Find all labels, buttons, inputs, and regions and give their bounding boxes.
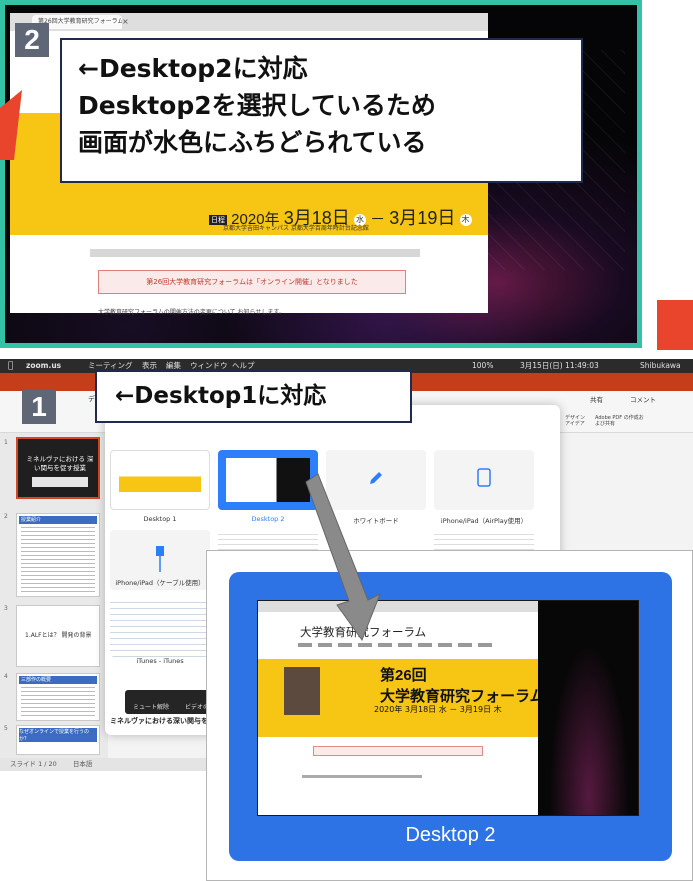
online-notice: [313, 746, 483, 756]
option-label: iPhone/iPad（ケーブル使用）: [115, 579, 205, 587]
desktop2-tile[interactable]: 大学教育研究フォーラム 第26回 大学教育研究フォーラム 2020年 3月18日…: [229, 572, 672, 861]
option-label: ホワイトボード: [353, 517, 399, 525]
browser-tab-bar: 第26回大学教育研究フォーラム ×: [10, 13, 488, 31]
red-arrow-icon: [0, 90, 22, 160]
slide-number: 1: [4, 439, 8, 446]
tablet-icon: [477, 468, 491, 487]
language-indicator[interactable]: 日本語: [73, 760, 93, 768]
desktop1-badge: 1: [22, 390, 56, 424]
desktop2-badge: 2: [15, 23, 49, 57]
slide-thumbnail[interactable]: ミネルヴァにおける 深い関与を促す授業: [16, 437, 100, 499]
thumbnail-browser: 大学教育研究フォーラム 第26回 大学教育研究フォーラム 2020年 3月18日…: [258, 601, 545, 815]
pencil-icon: [370, 472, 382, 484]
battery-percent[interactable]: 100%: [472, 359, 493, 373]
desktop2-label: Desktop 2: [405, 824, 496, 846]
option-label: Desktop 1: [143, 515, 177, 523]
callout-line: ←Desktop2に対応: [78, 54, 308, 83]
desktop2-thumbnail: 大学教育研究フォーラム 第26回 大学教育研究フォーラム 2020年 3月18日…: [257, 600, 639, 816]
design-ideas-button[interactable]: デザイン アイデア: [565, 415, 591, 427]
section-divider: [90, 249, 420, 257]
share-option-desktop1[interactable]: [110, 450, 210, 510]
zoomed-share-option: 大学教育研究フォーラム 第26回 大学教育研究フォーラム 2020年 3月18日…: [206, 550, 693, 881]
option-label: Desktop 2: [251, 515, 285, 523]
forum-site-title: 大学教育研究フォーラム: [300, 625, 427, 639]
menu-app-name[interactable]: zoom.us: [26, 359, 61, 373]
share-button[interactable]: 共有: [590, 394, 603, 404]
menu-user[interactable]: Shibukawa: [640, 359, 681, 373]
desktop2-callout: ←Desktop2に対応 Desktop2を選択しているため 画面が水色にふちど…: [60, 38, 583, 183]
share-option-desktop2[interactable]: [218, 450, 318, 510]
site-nav: [298, 643, 498, 647]
slide-thumbnail[interactable]: 1.ALFとは？ 開発の背景: [16, 605, 100, 667]
callout-line: 画面が水色にふちどられている: [78, 128, 427, 157]
forum-heading: 第26回 大学教育研究フォーラム: [380, 667, 545, 705]
orange-decoration: [657, 300, 693, 350]
event-venue: 京都大学吉田キャンパス 京都大学百周年時計台記念館: [223, 225, 369, 232]
share-option-whiteboard[interactable]: [326, 450, 426, 510]
unmute-button[interactable]: ミュート解除: [133, 702, 169, 711]
online-notice[interactable]: 第26回大学教育研究フォーラムは「オンライン開催」となりました: [98, 270, 406, 294]
galaxy-wallpaper: [538, 601, 638, 815]
forum-date: 2020年 3月18日 水 － 3月19日 木: [374, 705, 502, 714]
body-text: 大学教育研究フォーラムの開催方法の変更について お知らせします。: [98, 309, 285, 316]
slide-thumbnail[interactable]: 授業紹介: [16, 513, 100, 597]
tab-close-icon[interactable]: ×: [122, 17, 129, 26]
menu-clock[interactable]: 3月15日(日) 11:49:03: [520, 359, 599, 373]
slide-number: 3: [4, 605, 8, 612]
slide-number: 2: [4, 513, 8, 520]
callout-line: Desktop2を選択しているため: [78, 91, 436, 120]
desktop1-callout: ←Desktop1に対応: [95, 370, 412, 423]
slide-thumbnail[interactable]: 三部作の概要: [16, 673, 100, 721]
option-label: iPhone/iPad（AirPlay使用）: [440, 517, 528, 525]
apple-icon[interactable]: : [8, 359, 13, 373]
option-label: iTunes - iTunes: [136, 657, 184, 665]
slide-number: 4: [4, 673, 8, 680]
comment-button[interactable]: コメント: [630, 394, 656, 404]
share-option-airplay[interactable]: [434, 450, 534, 510]
share-option-itunes[interactable]: [110, 597, 210, 657]
slide-number: 5: [4, 725, 8, 732]
body-text: [302, 775, 422, 778]
slide-thumbnail[interactable]: なぜオンラインで授業を行うのか？: [16, 725, 100, 755]
cable-icon: [156, 546, 164, 572]
slide-counter: スライド 1 / 20: [10, 760, 57, 768]
speaker-photo: [284, 667, 320, 715]
adobe-pdf-button[interactable]: Adobe PDF の作成および共有: [595, 415, 645, 427]
